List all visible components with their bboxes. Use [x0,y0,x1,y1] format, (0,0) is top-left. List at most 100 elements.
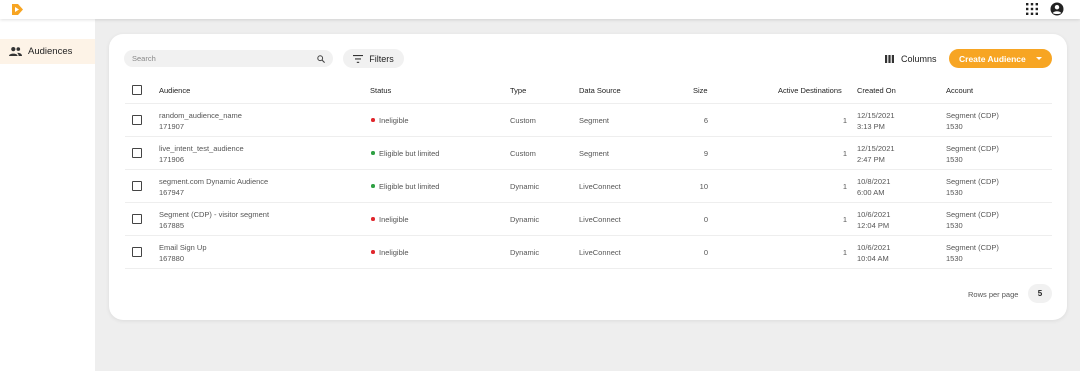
table-row[interactable]: random_audience_name 171907 Ineligible C… [125,104,1052,137]
header-active-destinations[interactable]: Active Destinations [778,86,842,95]
row-checkbox[interactable] [132,214,142,224]
data-source-cell: LiveConnect [579,182,621,191]
active-destinations-cell: 1 [842,149,847,158]
type-cell: Dynamic [510,248,540,257]
filter-icon [353,54,364,63]
header-status[interactable]: Status [370,86,391,95]
audience-name[interactable]: random_audience_name [159,111,242,120]
created-time: 6:00 AM [857,188,885,197]
size-cell: 6 [703,116,708,125]
active-destinations-cell: 1 [842,248,847,257]
table-row[interactable]: Segment (CDP) - visitor segment 167885 I… [125,203,1052,236]
account-id: 1530 [946,254,963,263]
account-id: 1530 [946,155,963,164]
table-row[interactable]: segment.com Dynamic Audience 167947 Elig… [125,170,1052,203]
audience-id: 167947 [159,188,185,197]
audience-id: 167880 [159,254,185,263]
audience-name[interactable]: segment.com Dynamic Audience [159,177,268,186]
brand-logo[interactable] [11,3,24,16]
type-cell: Dynamic [510,215,540,224]
sidebar-item-audiences[interactable]: Audiences [0,39,95,64]
data-source-cell: Segment [579,149,610,158]
created-date: 12/15/2021 [857,111,895,120]
status-dot-icon [371,118,375,122]
header-size[interactable]: Size [693,86,708,95]
table-row[interactable]: Email Sign Up 167880 Ineligible Dynamic … [125,236,1052,269]
status-dot-icon [371,184,375,188]
created-time: 3:13 PM [857,122,885,131]
header-created-on[interactable]: Created On [857,86,896,95]
columns-button[interactable]: Columns [885,52,937,65]
account-circle-icon[interactable] [1050,2,1064,16]
audience-name[interactable]: live_intent_test_audience [159,144,244,153]
columns-label: Columns [901,53,937,64]
caret-down-icon[interactable] [1036,57,1042,60]
created-time: 2:47 PM [857,155,885,164]
table-row[interactable]: live_intent_test_audience 171906 Eligibl… [125,137,1052,170]
columns-icon [885,54,894,63]
created-time: 12:04 PM [857,221,890,230]
status-dot-icon [371,217,375,221]
data-source-cell: LiveConnect [579,215,621,224]
audiences-table: Audience Status Type Data Source Size Ac… [125,78,1052,269]
row-checkbox[interactable] [132,148,142,158]
search-input[interactable] [132,54,317,63]
data-source-cell: LiveConnect [579,248,621,257]
audience-name[interactable]: Segment (CDP) - visitor segment [159,210,269,219]
top-bar [0,0,1080,19]
audience-id: 167885 [159,221,185,230]
apps-grid-icon[interactable] [1026,3,1038,15]
type-cell: Custom [510,116,536,125]
account-id: 1530 [946,221,963,230]
created-date: 10/6/2021 [857,243,891,252]
rows-per-page-label: Rows per page [968,290,1019,299]
audience-id: 171906 [159,155,185,164]
data-source-cell: Segment [579,116,610,125]
account-name: Segment (CDP) [946,210,999,219]
account-name: Segment (CDP) [946,177,999,186]
status-text: Ineligible [379,215,409,224]
audiences-card: Filters Columns Create Audience Audience… [109,34,1067,320]
select-all-checkbox[interactable] [132,85,142,95]
status-text: Eligible but limited [379,182,440,191]
created-date: 10/6/2021 [857,210,891,219]
account-id: 1530 [946,188,963,197]
status-dot-icon [371,250,375,254]
rows-per-page-select[interactable]: 5 [1028,284,1052,303]
filters-label: Filters [369,53,394,64]
row-checkbox[interactable] [132,181,142,191]
account-name: Segment (CDP) [946,144,999,153]
account-name: Segment (CDP) [946,111,999,120]
row-checkbox[interactable] [132,247,142,257]
type-cell: Custom [510,149,536,158]
audience-name[interactable]: Email Sign Up [159,243,207,252]
active-destinations-cell: 1 [842,182,847,191]
active-destinations-cell: 1 [842,116,847,125]
header-data-source[interactable]: Data Source [579,86,621,95]
audience-id: 171907 [159,122,185,131]
sidebar: Audiences [0,19,95,371]
status-text: Eligible but limited [379,149,440,158]
header-type[interactable]: Type [510,86,526,95]
created-date: 12/15/2021 [857,144,895,153]
active-destinations-cell: 1 [842,215,847,224]
size-cell: 0 [703,215,708,224]
people-icon [9,47,22,56]
header-account[interactable]: Account [946,86,973,95]
account-id: 1530 [946,122,963,131]
create-audience-button[interactable]: Create Audience [949,49,1052,68]
status-text: Ineligible [379,116,409,125]
status-text: Ineligible [379,248,409,257]
sidebar-item-label: Audiences [28,46,73,57]
search-icon[interactable] [317,54,325,63]
created-date: 10/8/2021 [857,177,891,186]
row-checkbox[interactable] [132,115,142,125]
status-dot-icon [371,151,375,155]
create-audience-label: Create Audience [959,53,1026,64]
table-header: Audience Status Type Data Source Size Ac… [125,78,1052,104]
type-cell: Dynamic [510,182,540,191]
header-audience[interactable]: Audience [159,86,190,95]
size-cell: 9 [703,149,708,158]
created-time: 10:04 AM [857,254,889,263]
filters-button[interactable]: Filters [343,49,404,68]
